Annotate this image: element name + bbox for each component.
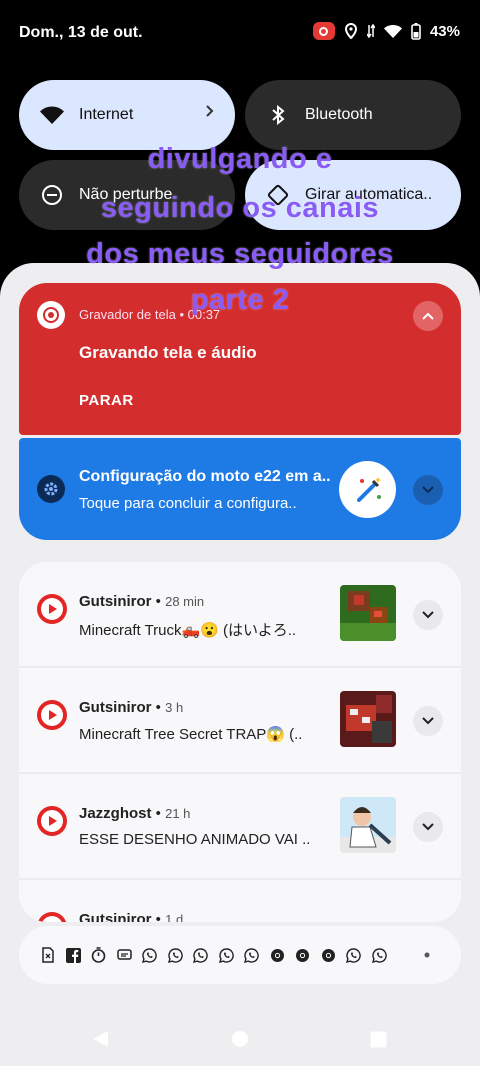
whatsapp-icon (345, 947, 362, 964)
notification-header: Jazzghost • 21 h (79, 805, 191, 822)
channel-name: Jazzghost (79, 805, 152, 822)
expand-button[interactable] (413, 706, 443, 736)
facebook-icon (65, 947, 82, 964)
channel-name: Gutsiniror (79, 911, 152, 922)
whatsapp-icon (167, 947, 184, 964)
status-bar: Dom., 13 de out. 43% (0, 0, 480, 66)
chevron-down-icon (422, 486, 434, 494)
chat-icon (116, 947, 133, 964)
location-icon (344, 23, 357, 39)
list-item[interactable]: Jazzghost • 21 h ESSE DESENHO ANIMADO VA… (19, 774, 461, 878)
status-date: Dom., 13 de out. (19, 24, 143, 41)
timer-icon (90, 947, 107, 964)
notification-time: 1 d (165, 912, 184, 922)
bluetooth-tile-label: Bluetooth (305, 106, 373, 123)
overlay-text-line: seguindo os canais (100, 192, 380, 224)
chevron-right-icon (205, 104, 215, 123)
expand-button[interactable] (413, 475, 443, 505)
video-thumbnail (340, 797, 396, 853)
wifi-icon (383, 25, 402, 38)
wifi-icon (39, 106, 65, 124)
navigation-bar (0, 1010, 480, 1066)
expand-button[interactable] (413, 600, 443, 630)
chrome-icon (320, 947, 337, 964)
recents-icon[interactable] (370, 1031, 387, 1048)
notification-text: Minecraft Truck🛻😮 (はいよろ.. (79, 622, 297, 639)
magic-wand-icon (339, 461, 396, 518)
whatsapp-icon (192, 947, 209, 964)
sim-icon (39, 947, 56, 964)
whatsapp-icon (243, 947, 260, 964)
status-icons: 43% (312, 22, 460, 40)
list-item[interactable]: Gutsiniror • 28 min Minecraft Truck🛻😮 (は… (19, 562, 461, 666)
recorder-title: Gravando tela e áudio (79, 343, 257, 362)
internet-tile-label: Internet (79, 106, 134, 123)
video-thumbnail (340, 691, 396, 747)
notification-text: ESSE DESENHO ANIMADO VAI .. (79, 831, 311, 848)
home-icon[interactable] (231, 1030, 249, 1048)
back-icon[interactable] (90, 1029, 110, 1049)
youtube-icon (37, 912, 67, 922)
notification-time: 3 h (165, 700, 184, 715)
chrome-icon (294, 947, 311, 964)
notification-header: Gutsiniror • 1 d (79, 911, 183, 922)
whatsapp-icon (371, 947, 388, 964)
notification-header: Gutsiniror • 28 min (79, 593, 205, 610)
bluetooth-tile[interactable]: Bluetooth (245, 80, 461, 150)
youtube-notification-group: Gutsiniror • 28 min Minecraft Truck🛻😮 (は… (19, 562, 461, 922)
chevron-down-icon (422, 823, 434, 831)
list-item[interactable]: Gutsiniror • 3 h Minecraft Tree Secret T… (19, 668, 461, 772)
screen-record-indicator-icon (312, 22, 335, 40)
channel-name: Gutsiniror (79, 593, 152, 610)
notification-header: Gutsiniror • 3 h (79, 699, 184, 716)
notification-time: 21 h (165, 806, 191, 821)
internet-tile[interactable]: Internet (19, 80, 235, 150)
notification-time: 28 min (165, 594, 205, 609)
setup-title: Configuração do moto e22 em a.. (79, 468, 331, 485)
battery-percent: 43% (429, 22, 460, 40)
data-transfer-icon (366, 23, 375, 39)
whatsapp-icon (218, 947, 235, 964)
channel-name: Gutsiniror (79, 699, 152, 716)
chrome-icon (269, 947, 286, 964)
overlay-text-line: divulgando e (147, 143, 333, 175)
youtube-icon (37, 806, 67, 836)
list-item[interactable]: Gutsiniror • 1 d (19, 880, 461, 922)
dot-icon (418, 947, 435, 964)
setup-text: Toque para concluir a configura.. (79, 495, 297, 512)
device-setup-notification[interactable]: Configuração do moto e22 em a.. Toque pa… (19, 438, 461, 540)
youtube-icon (37, 700, 67, 730)
expand-button[interactable] (413, 812, 443, 842)
chevron-down-icon (422, 717, 434, 725)
notification-text: Minecraft Tree Secret TRAP😱 (.. (79, 726, 303, 743)
overlay-text-line: parte 2 (190, 284, 290, 316)
settings-gear-icon (37, 475, 65, 503)
stop-recording-button[interactable]: PARAR (79, 392, 134, 409)
overlay-text-line: dos meus seguidores (86, 238, 394, 270)
chevron-down-icon (422, 611, 434, 619)
whatsapp-icon (141, 947, 158, 964)
youtube-icon (37, 594, 67, 624)
battery-icon (411, 22, 421, 40)
minimized-notifications-bar[interactable] (19, 926, 461, 984)
bluetooth-icon (265, 105, 291, 125)
video-thumbnail (340, 585, 396, 641)
